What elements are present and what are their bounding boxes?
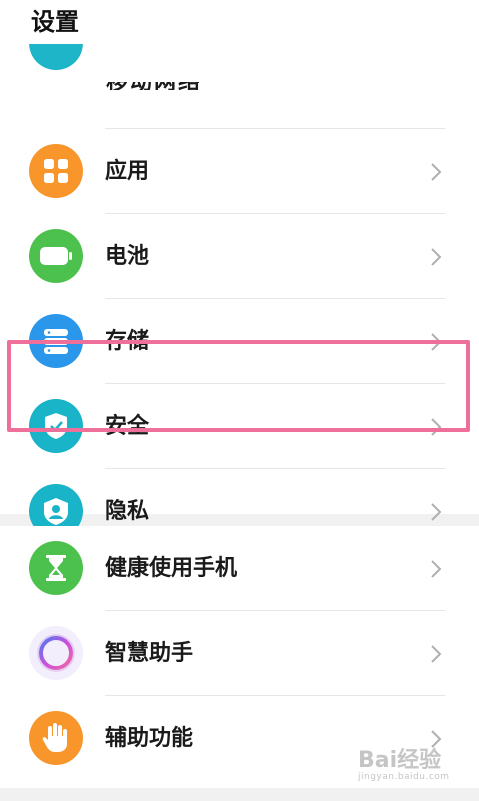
settings-item-mobile-network[interactable]: 移动网络 — [0, 44, 479, 129]
watermark-text: Bai经验 — [358, 748, 442, 773]
settings-item-label: 移动网络 — [106, 82, 276, 90]
settings-item-apps[interactable]: 应用 — [0, 129, 479, 214]
chevron-right-icon — [431, 560, 442, 578]
top-bar: 设置 — [0, 0, 479, 44]
hand-icon — [29, 711, 83, 765]
watermark-logo: Bai经验 jingyan.baidu.com — [358, 742, 450, 782]
chevron-right-icon — [431, 503, 442, 521]
chevron-right-icon — [431, 248, 442, 266]
settings-item-battery[interactable]: 电池 — [0, 214, 479, 299]
apps-grid-icon — [29, 144, 83, 198]
settings-group-1: 移动网络 应用 电池 — [0, 44, 479, 538]
assistant-ring-icon — [29, 626, 83, 680]
hourglass-icon — [29, 541, 83, 595]
settings-item-label: 应用 — [105, 159, 150, 184]
watermark-subtext: jingyan.baidu.com — [358, 772, 450, 782]
page-title: 设置 — [31, 8, 79, 36]
chevron-right-icon — [431, 163, 442, 181]
settings-item-digital-balance[interactable]: 健康使用手机 — [0, 526, 479, 611]
cellular-icon — [29, 44, 83, 70]
settings-item-smart-assistant[interactable]: 智慧助手 — [0, 611, 479, 696]
highlight-box — [7, 340, 470, 432]
chevron-right-icon — [431, 645, 442, 663]
battery-icon — [29, 229, 83, 283]
settings-item-label: 健康使用手机 — [105, 556, 238, 581]
settings-item-label: 电池 — [105, 244, 150, 269]
settings-item-label: 智慧助手 — [105, 641, 194, 666]
settings-item-label: 辅助功能 — [105, 726, 194, 751]
